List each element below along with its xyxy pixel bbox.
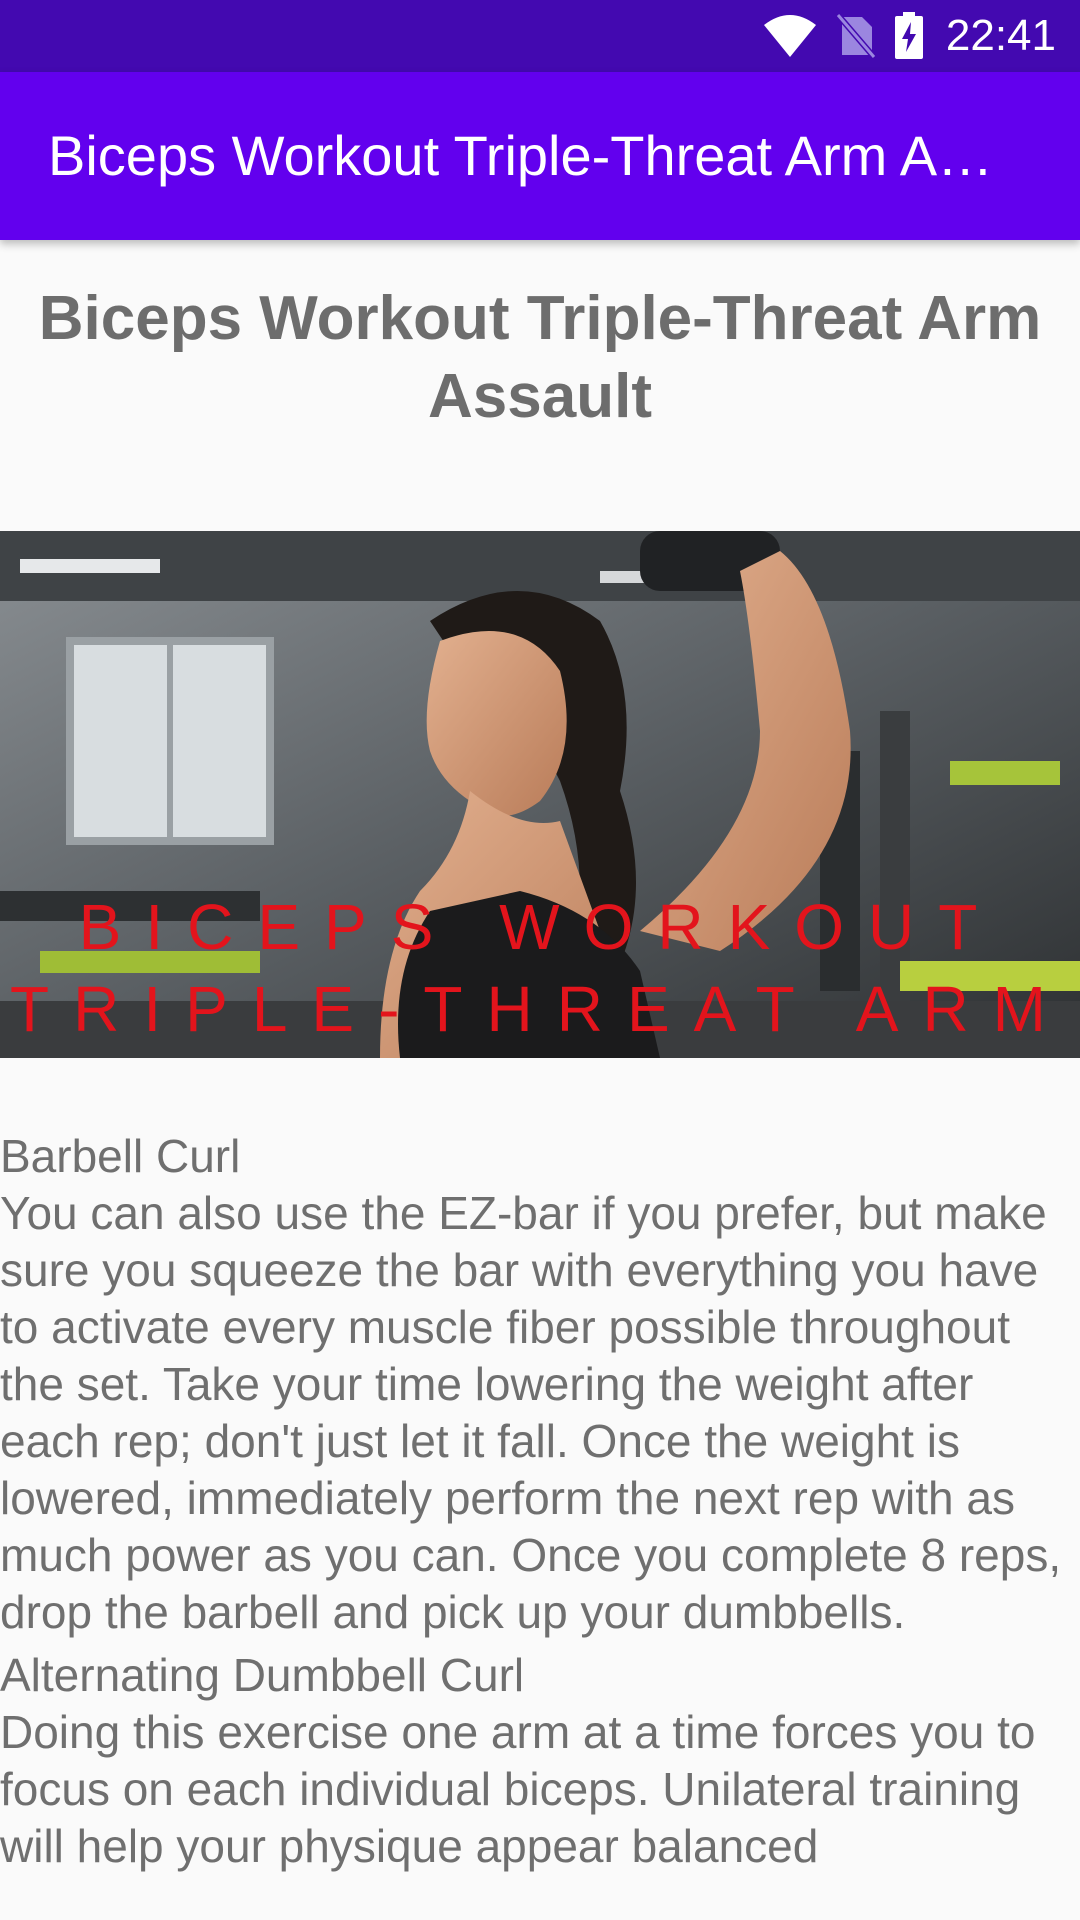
status-icons: 22:41 [762, 0, 1056, 72]
battery-charging-icon [894, 12, 924, 60]
page-title: Biceps Workout Triple-Threat Arm Assault [38, 284, 1042, 431]
article-scroll-view[interactable]: Biceps Workout Triple-Threat Arm Assault [0, 240, 1080, 1920]
section-barbell-curl: Barbell Curl You can also use the EZ-bar… [0, 1128, 1080, 1641]
section-body: You can also use the EZ-bar if you prefe… [0, 1187, 1062, 1638]
hero-image: Biceps Workout Triple-Threat Arm Assault [0, 531, 1080, 1058]
status-bar: 22:41 [0, 0, 1080, 72]
section-heading: Alternating Dumbbell Curl [0, 1649, 525, 1701]
section-heading: Barbell Curl [0, 1130, 241, 1182]
hero-caption: Biceps Workout Triple-Threat Arm Assault [10, 891, 1070, 1058]
wifi-icon [762, 13, 818, 59]
app-bar: Biceps Workout Triple-Threat Arm Assault [0, 72, 1080, 240]
no-sim-icon [835, 13, 876, 59]
status-time: 22:41 [945, 11, 1056, 60]
section-alternating-dumbbell-curl: Alternating Dumbbell Curl Doing this exe… [0, 1647, 1080, 1875]
section-body: Doing this exercise one arm at a time fo… [0, 1706, 1036, 1872]
app-bar-title: Biceps Workout Triple-Threat Arm Assault [48, 124, 1008, 187]
article-body: Barbell Curl You can also use the EZ-bar… [0, 1128, 1080, 1881]
